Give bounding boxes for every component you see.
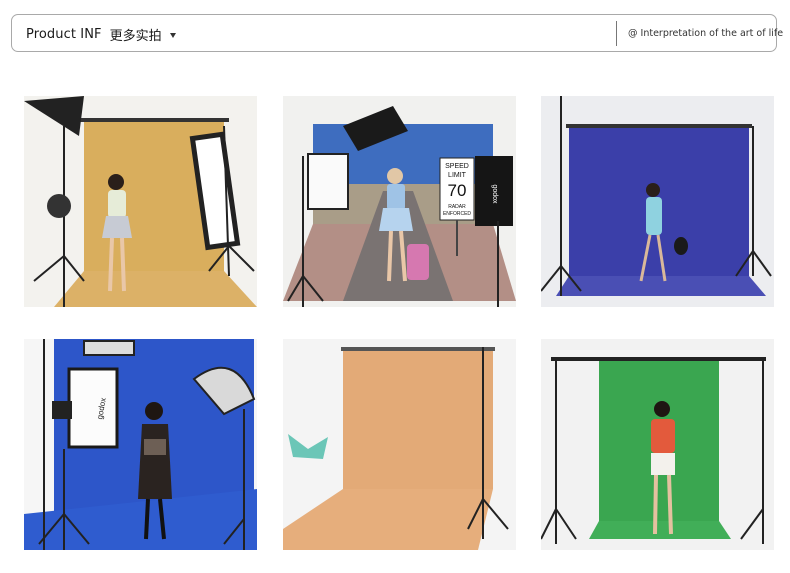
product-photo-6[interactable]: [541, 339, 774, 550]
product-photo-2[interactable]: godox SPEED LIMIT 70 RADAR ENFORCED: [283, 96, 516, 307]
tagline: @ Interpretation of the art of life: [628, 28, 784, 39]
sign-number: 70: [448, 181, 467, 200]
header-divider: [616, 21, 617, 46]
caret-down-icon[interactable]: [169, 32, 176, 38]
product-photo-3[interactable]: [541, 96, 774, 307]
title-group[interactable]: Product INF 更多实拍: [26, 25, 176, 44]
product-photo-5[interactable]: [283, 339, 516, 550]
sign-line-2: LIMIT: [448, 172, 467, 179]
sign-line-4: ENFORCED: [443, 211, 471, 217]
product-photo-1[interactable]: [24, 96, 257, 307]
header-bar: Product INF 更多实拍 @ Interpretation of the…: [11, 14, 783, 52]
sign-line-1: SPEED: [445, 163, 469, 170]
brand-label: godox: [491, 184, 498, 204]
product-photo-4[interactable]: godox: [24, 339, 257, 550]
page-title: Product INF: [26, 27, 102, 42]
more-photos-label[interactable]: 更多实拍: [110, 25, 162, 44]
sign-line-3: RADAR: [448, 204, 466, 210]
